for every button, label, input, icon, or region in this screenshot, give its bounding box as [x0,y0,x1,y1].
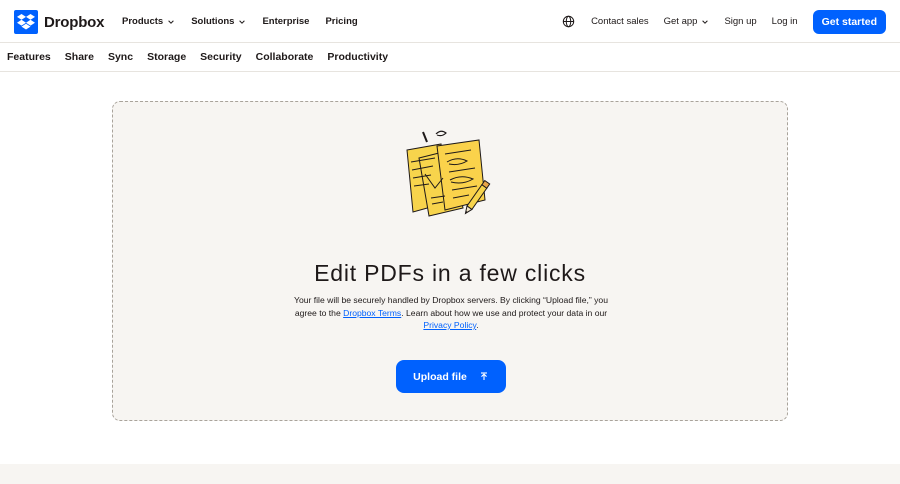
nav-pricing[interactable]: Pricing [325,16,357,27]
nav-products-label: Products [122,16,164,27]
feature-subnav: Features Share Sync Storage Security Col… [0,43,900,72]
get-app-label: Get app [663,16,698,27]
sign-up-link[interactable]: Sign up [724,16,756,27]
sign-up-label: Sign up [724,16,757,27]
file-dropzone[interactable]: Edit PDFs in a few clicks Your file will… [112,101,788,421]
privacy-policy-link[interactable]: Privacy Policy [423,320,476,330]
chevron-down-icon [702,19,709,24]
chevron-down-icon [168,19,174,24]
chevron-down-icon [239,19,246,24]
upload-arrow-icon [480,371,487,380]
subnav-security[interactable]: Security [200,51,241,63]
subnav-sync[interactable]: Sync [108,51,133,63]
nav-products[interactable]: Products [122,16,175,27]
top-navigation: Dropbox Products Solutions Enterprise Pr… [0,0,900,43]
nav-solutions-label: Solutions [191,16,235,27]
contact-sales-link[interactable]: Contact sales [591,16,649,27]
subnav-productivity[interactable]: Productivity [327,51,388,63]
primary-nav: Products Solutions Enterprise Pricing [122,0,374,43]
footer-band [0,464,900,484]
brand-name: Dropbox [44,13,105,31]
secondary-nav: Contact sales Get app Sign up Log in Get… [562,0,886,43]
page-headline: Edit PDFs in a few clicks [314,260,586,286]
nav-enterprise-label: Enterprise [262,16,310,27]
subnav-collaborate[interactable]: Collaborate [256,51,314,63]
log-in-link[interactable]: Log in [772,16,798,27]
get-started-button[interactable]: Get started [812,9,886,34]
pdf-documents-illustration [406,130,491,217]
log-in-label: Log in [771,16,798,27]
contact-sales-label: Contact sales [591,16,649,27]
dropbox-terms-link[interactable]: Dropbox Terms [343,308,401,318]
nav-pricing-label: Pricing [325,16,358,27]
upload-file-label: Upload file [413,370,467,383]
disclaimer-text-2: . Learn about how we use and protect you… [401,307,608,318]
subnav-share[interactable]: Share [65,51,94,63]
dropbox-logo-icon [14,10,38,34]
dropbox-logo[interactable]: Dropbox [14,10,104,34]
subnav-features[interactable]: Features [7,51,51,63]
nav-solutions[interactable]: Solutions [191,16,246,27]
subnav-storage[interactable]: Storage [147,51,186,63]
nav-enterprise[interactable]: Enterprise [262,16,309,27]
upload-disclaimer: Your file will be securely handled by Dr… [291,294,611,332]
upload-file-button[interactable]: Upload file [396,360,506,393]
get-app-dropdown[interactable]: Get app [664,16,710,27]
disclaimer-text-3: . [476,320,479,330]
globe-icon[interactable] [562,15,575,28]
